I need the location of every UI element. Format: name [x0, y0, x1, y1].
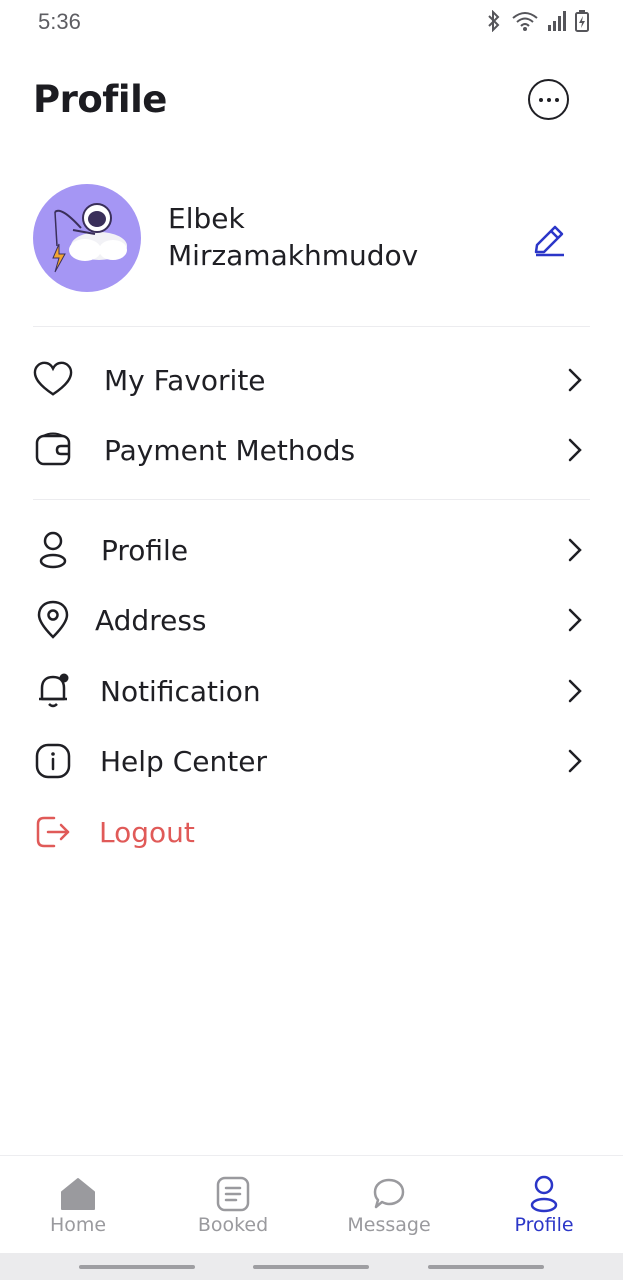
nav-item-home[interactable]: Home: [0, 1156, 156, 1254]
menu-item-profile[interactable]: Profile: [33, 522, 590, 578]
menu-item-my-favorite[interactable]: My Favorite: [33, 352, 590, 408]
nav-label: Message: [347, 1214, 431, 1236]
chevron-right-icon: [568, 749, 582, 773]
heart-icon: [33, 360, 73, 400]
more-dots-icon: [538, 97, 543, 102]
status-bar: 5:36: [0, 0, 623, 44]
astronaut-avatar-icon: [52, 203, 127, 273]
chevron-right-icon: [568, 538, 582, 562]
menu-label: Payment Methods: [104, 433, 356, 467]
battery-charging-icon: [575, 10, 589, 32]
nav-label: Booked: [197, 1214, 269, 1236]
menu-item-address[interactable]: Address: [33, 592, 590, 648]
profile-icon: [524, 1174, 564, 1214]
system-nav-bar: [0, 1253, 623, 1280]
status-time: 5:36: [38, 9, 81, 34]
menu-label: Help Center: [100, 744, 267, 778]
bottom-nav: Home Booked Message Profile: [0, 1155, 623, 1253]
chevron-right-icon: [568, 368, 582, 392]
menu-item-help-center[interactable]: Help Center: [33, 733, 590, 789]
nav-label: Home: [49, 1214, 107, 1236]
home-icon: [58, 1174, 98, 1214]
logout-icon: [33, 812, 73, 852]
avatar[interactable]: [33, 184, 141, 292]
bluetooth-icon: [488, 10, 500, 32]
menu-item-notification[interactable]: Notification: [33, 663, 590, 719]
chevron-right-icon: [568, 608, 582, 632]
user-name: Elbek Mirzamakhmudov: [168, 202, 419, 272]
edit-profile-button[interactable]: [531, 222, 567, 258]
bell-icon: [33, 671, 73, 711]
nav-item-booked[interactable]: Booked: [155, 1156, 311, 1254]
menu-label: Profile: [101, 533, 189, 567]
menu-label: Notification: [100, 674, 261, 708]
divider: [33, 499, 590, 500]
wallet-icon: [33, 430, 73, 470]
wifi-icon: [512, 12, 538, 31]
menu-label: My Favorite: [104, 363, 266, 397]
nav-handle[interactable]: [253, 1265, 369, 1269]
page-title: Profile: [33, 78, 167, 121]
nav-handle[interactable]: [79, 1265, 195, 1269]
chat-icon: [369, 1174, 409, 1214]
more-options-button[interactable]: [528, 79, 569, 120]
menu-label: Address: [95, 603, 207, 637]
logout-button[interactable]: Logout: [33, 804, 590, 860]
logout-label: Logout: [99, 815, 195, 849]
info-icon: [33, 741, 73, 781]
booked-icon: [213, 1174, 253, 1214]
chevron-right-icon: [568, 679, 582, 703]
location-pin-icon: [33, 600, 73, 640]
status-icons: [485, 10, 589, 32]
divider: [33, 326, 590, 327]
chevron-right-icon: [568, 438, 582, 462]
pencil-icon: [534, 225, 564, 257]
nav-label: Profile: [514, 1214, 574, 1236]
nav-item-message[interactable]: Message: [311, 1156, 467, 1254]
nav-item-profile[interactable]: Profile: [466, 1156, 622, 1254]
nav-handle[interactable]: [428, 1265, 544, 1269]
user-icon: [33, 530, 73, 570]
menu-item-payment-methods[interactable]: Payment Methods: [33, 422, 590, 478]
signal-icon: [548, 11, 566, 31]
